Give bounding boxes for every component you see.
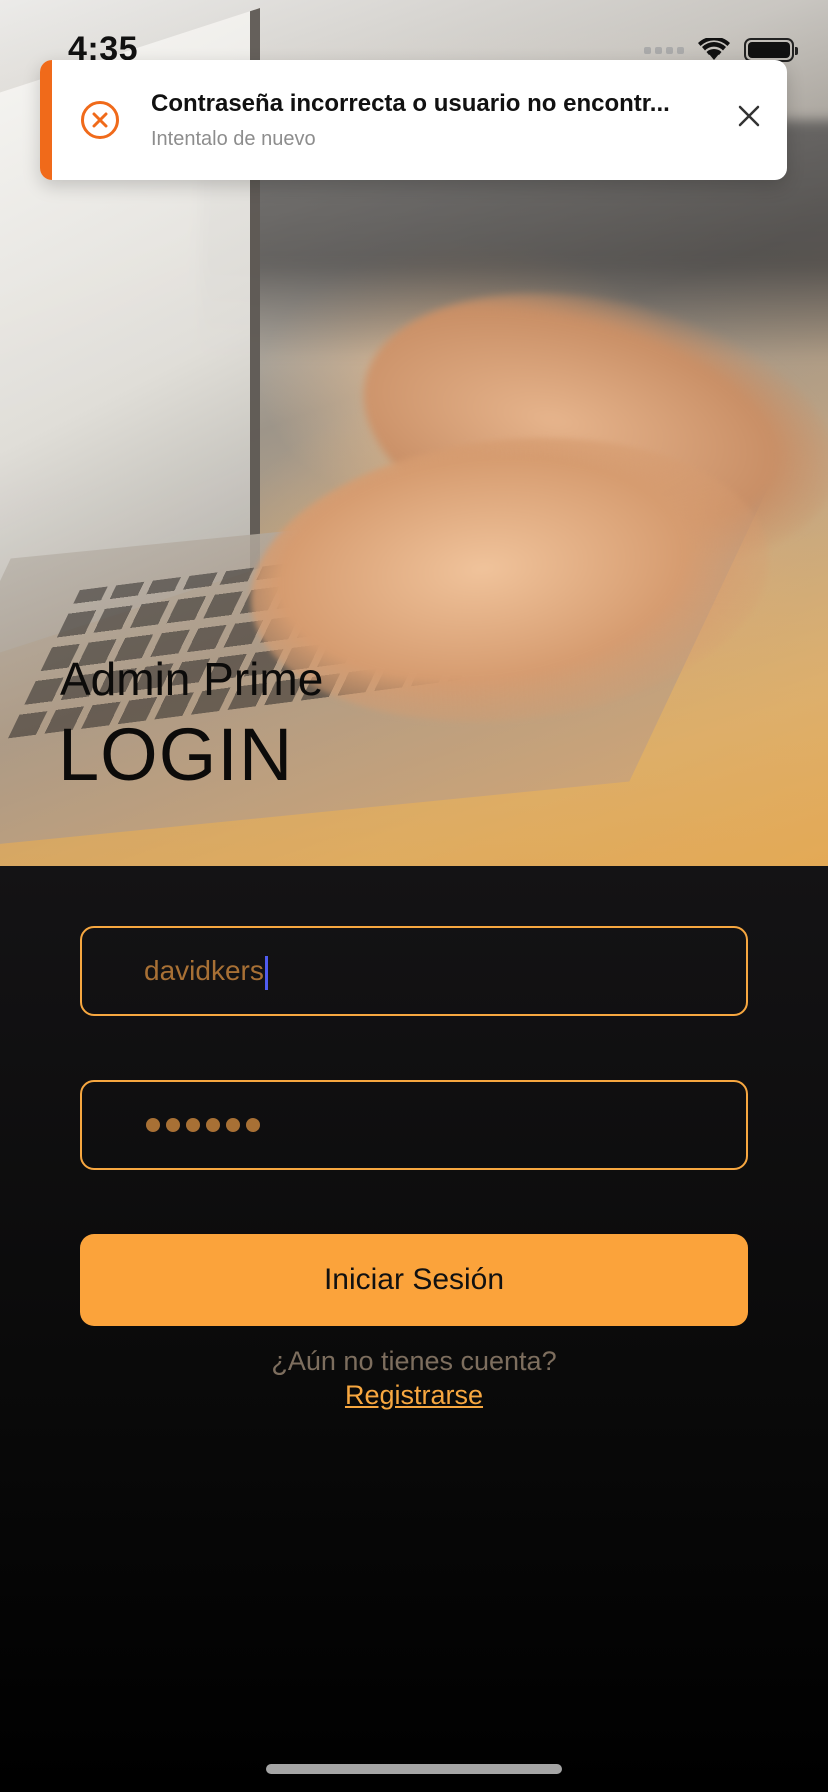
battery-icon <box>744 38 798 62</box>
app-name: Admin Prime <box>60 653 324 705</box>
password-dot <box>186 1118 200 1132</box>
username-value: davidkers <box>144 955 264 986</box>
wifi-icon <box>698 38 730 60</box>
page-title: LOGIN <box>58 713 294 796</box>
status-icons <box>644 38 798 62</box>
username-value-wrap: davidkers <box>144 928 268 1014</box>
password-mask <box>146 1082 260 1168</box>
password-field[interactable] <box>80 1080 748 1170</box>
cellular-signal-icon <box>644 46 684 54</box>
toast-accent-bar <box>40 60 52 180</box>
error-circle-x-icon <box>81 101 119 139</box>
login-form: davidkers Iniciar Sesión ¿Aún no tienes … <box>0 866 828 1792</box>
no-account-text: ¿Aún no tienes cuenta? <box>271 1346 557 1376</box>
password-dot <box>206 1118 220 1132</box>
toast-title: Contraseña incorrecta o usuario no encon… <box>151 90 670 117</box>
error-toast[interactable]: Contraseña incorrecta o usuario no encon… <box>40 60 787 180</box>
username-field[interactable]: davidkers <box>80 926 748 1016</box>
password-dot <box>146 1118 160 1132</box>
password-dot <box>246 1118 260 1132</box>
password-dot <box>166 1118 180 1132</box>
toast-message: Intentalo de nuevo <box>151 128 316 150</box>
password-dot <box>226 1118 240 1132</box>
text-caret <box>264 955 268 990</box>
home-indicator[interactable] <box>266 1764 562 1774</box>
close-icon[interactable] <box>737 104 761 128</box>
register-link[interactable]: Registrarse <box>0 1380 828 1411</box>
login-button[interactable]: Iniciar Sesión <box>80 1234 748 1326</box>
